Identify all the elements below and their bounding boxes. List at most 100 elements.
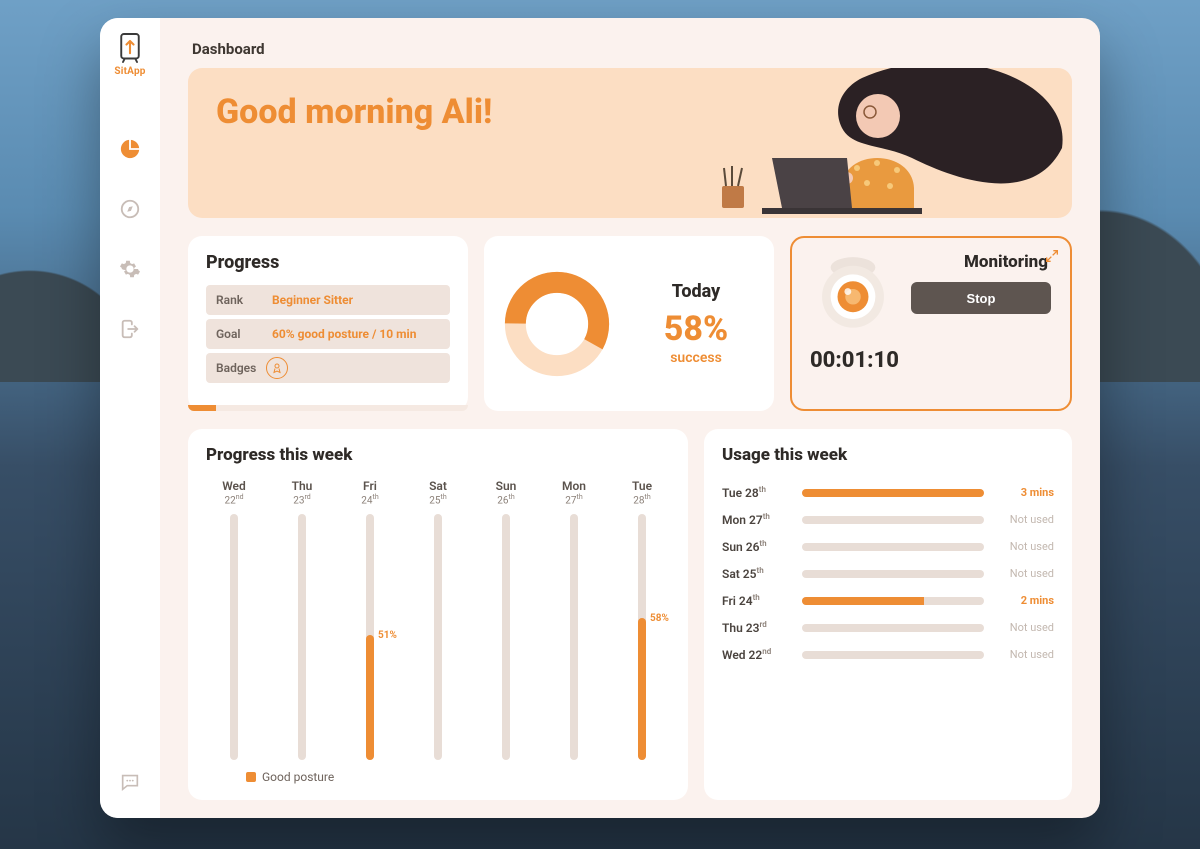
progress-day-column: Sat25th	[414, 479, 462, 760]
legend-swatch	[246, 772, 256, 782]
usage-bar	[802, 489, 984, 497]
day-date: 26th	[497, 493, 514, 506]
usage-week-card: Usage this week Tue 28th 3 mins Mon 27th No…	[704, 429, 1072, 800]
progress-rank-row: Rank Beginner Sitter	[206, 285, 450, 315]
progress-card: Progress Rank Beginner Sitter Goal 60% g…	[188, 236, 468, 411]
app-window: SitApp Dashboard Good morning Ali!	[100, 18, 1100, 818]
usage-day-label: Fri 24th	[722, 593, 792, 608]
progress-day-column: Sun26th	[482, 479, 530, 760]
progress-goal-row: Goal 60% good posture / 10 min	[206, 319, 450, 349]
badges-label: Badges	[206, 361, 266, 375]
progress-bar	[188, 405, 468, 411]
usage-bar	[802, 597, 984, 605]
day-date: 22nd	[224, 493, 243, 506]
usage-value: 3 mins	[994, 486, 1054, 499]
app-name: SitApp	[114, 66, 145, 77]
progress-day-column: Tue28th 58%	[618, 479, 666, 760]
monitoring-title: Monitoring	[964, 252, 1048, 272]
today-title: Today	[636, 281, 756, 302]
day-track	[434, 514, 442, 760]
progress-day-column: Fri24th 51%	[346, 479, 394, 760]
sidebar-item-explore[interactable]	[118, 197, 142, 221]
compass-icon	[119, 198, 141, 220]
day-name: Sun	[496, 479, 517, 493]
progress-title: Progress	[206, 252, 450, 273]
usage-row: Mon 27th Not used	[722, 512, 1054, 527]
today-subtitle: success	[636, 350, 756, 366]
usage-bar	[802, 570, 984, 578]
day-date: 24th	[361, 493, 378, 506]
usage-value: 2 mins	[994, 594, 1054, 607]
usage-bar	[802, 543, 984, 551]
progress-day-column: Wed22nd	[210, 479, 258, 760]
usage-day-label: Mon 27th	[722, 512, 792, 527]
day-date: 25th	[429, 493, 446, 506]
usage-row: Thu 23rd Not used	[722, 620, 1054, 635]
usage-day-label: Wed 22nd	[722, 647, 792, 662]
usage-week-title: Usage this week	[722, 445, 1054, 465]
gear-icon	[119, 258, 141, 280]
usage-bar	[802, 624, 984, 632]
usage-value: Not used	[994, 567, 1054, 580]
usage-day-label: Sun 26th	[722, 539, 792, 554]
usage-value: Not used	[994, 540, 1054, 553]
progress-week-chart: Wed22ndThu23rdFri24th51%Sat25thSun26thMo…	[206, 479, 670, 760]
progress-week-legend: Good posture	[206, 770, 670, 784]
usage-row: Tue 28th 3 mins	[722, 485, 1054, 500]
monitoring-timer: 00:01:10	[810, 348, 1052, 373]
usage-value: Not used	[994, 513, 1054, 526]
usage-day-label: Sat 25th	[722, 566, 792, 581]
sidebar-item-logout[interactable]	[118, 317, 142, 341]
logout-icon	[119, 318, 141, 340]
progress-day-column: Thu23rd	[278, 479, 326, 760]
hero-banner: Good morning Ali!	[188, 68, 1072, 218]
today-percent: 58%	[636, 312, 756, 346]
rank-label: Rank	[206, 293, 266, 307]
day-track	[230, 514, 238, 760]
day-track: 51%	[366, 514, 374, 760]
sidebar-item-dashboard[interactable]	[118, 137, 142, 161]
day-date: 28th	[633, 493, 650, 506]
day-track	[502, 514, 510, 760]
usage-row: Fri 24th 2 mins	[722, 593, 1054, 608]
progress-week-card: Progress this week Wed22nd Thu23rd Fri24th…	[188, 429, 688, 800]
usage-row: Wed 22nd Not used	[722, 647, 1054, 662]
monitoring-card: Monitoring Stop 00:01:10	[790, 236, 1072, 411]
stop-button[interactable]: Stop	[911, 282, 1051, 314]
sidebar-item-settings[interactable]	[118, 257, 142, 281]
day-name: Wed	[222, 479, 246, 493]
camera-icon	[810, 252, 896, 338]
day-name: Tue	[632, 479, 652, 493]
logo-icon	[116, 32, 144, 64]
usage-bar	[802, 516, 984, 524]
chat-icon	[119, 771, 141, 793]
day-track: 58%	[638, 514, 646, 760]
day-name: Thu	[292, 479, 313, 493]
main-content: Dashboard Good morning Ali!	[160, 18, 1100, 818]
usage-value: Not used	[994, 648, 1054, 661]
progress-week-title: Progress this week	[206, 445, 670, 465]
page-title: Dashboard	[188, 40, 1072, 58]
usage-day-label: Tue 28th	[722, 485, 792, 500]
day-date: 23rd	[293, 493, 311, 506]
usage-value: Not used	[994, 621, 1054, 634]
usage-week-chart: Tue 28th 3 mins Mon 27th Not used Sun 26th No…	[722, 479, 1054, 662]
usage-day-label: Thu 23rd	[722, 620, 792, 635]
today-donut-chart	[502, 269, 612, 379]
sidebar-item-chat[interactable]	[118, 770, 142, 794]
goal-value: 60% good posture / 10 min	[266, 327, 416, 341]
pie-chart-icon	[119, 138, 141, 160]
day-name: Sat	[429, 479, 447, 493]
progress-badges-row: Badges	[206, 353, 450, 383]
today-card: Today 58% success	[484, 236, 774, 411]
expand-icon[interactable]	[1044, 248, 1060, 264]
legend-label: Good posture	[262, 770, 334, 784]
day-name: Fri	[363, 479, 377, 493]
day-value-label: 58%	[650, 613, 669, 624]
app-logo: SitApp	[114, 32, 145, 77]
day-value-label: 51%	[378, 630, 397, 641]
badge-icon	[266, 357, 288, 379]
day-track	[298, 514, 306, 760]
goal-label: Goal	[206, 327, 266, 341]
usage-bar	[802, 651, 984, 659]
